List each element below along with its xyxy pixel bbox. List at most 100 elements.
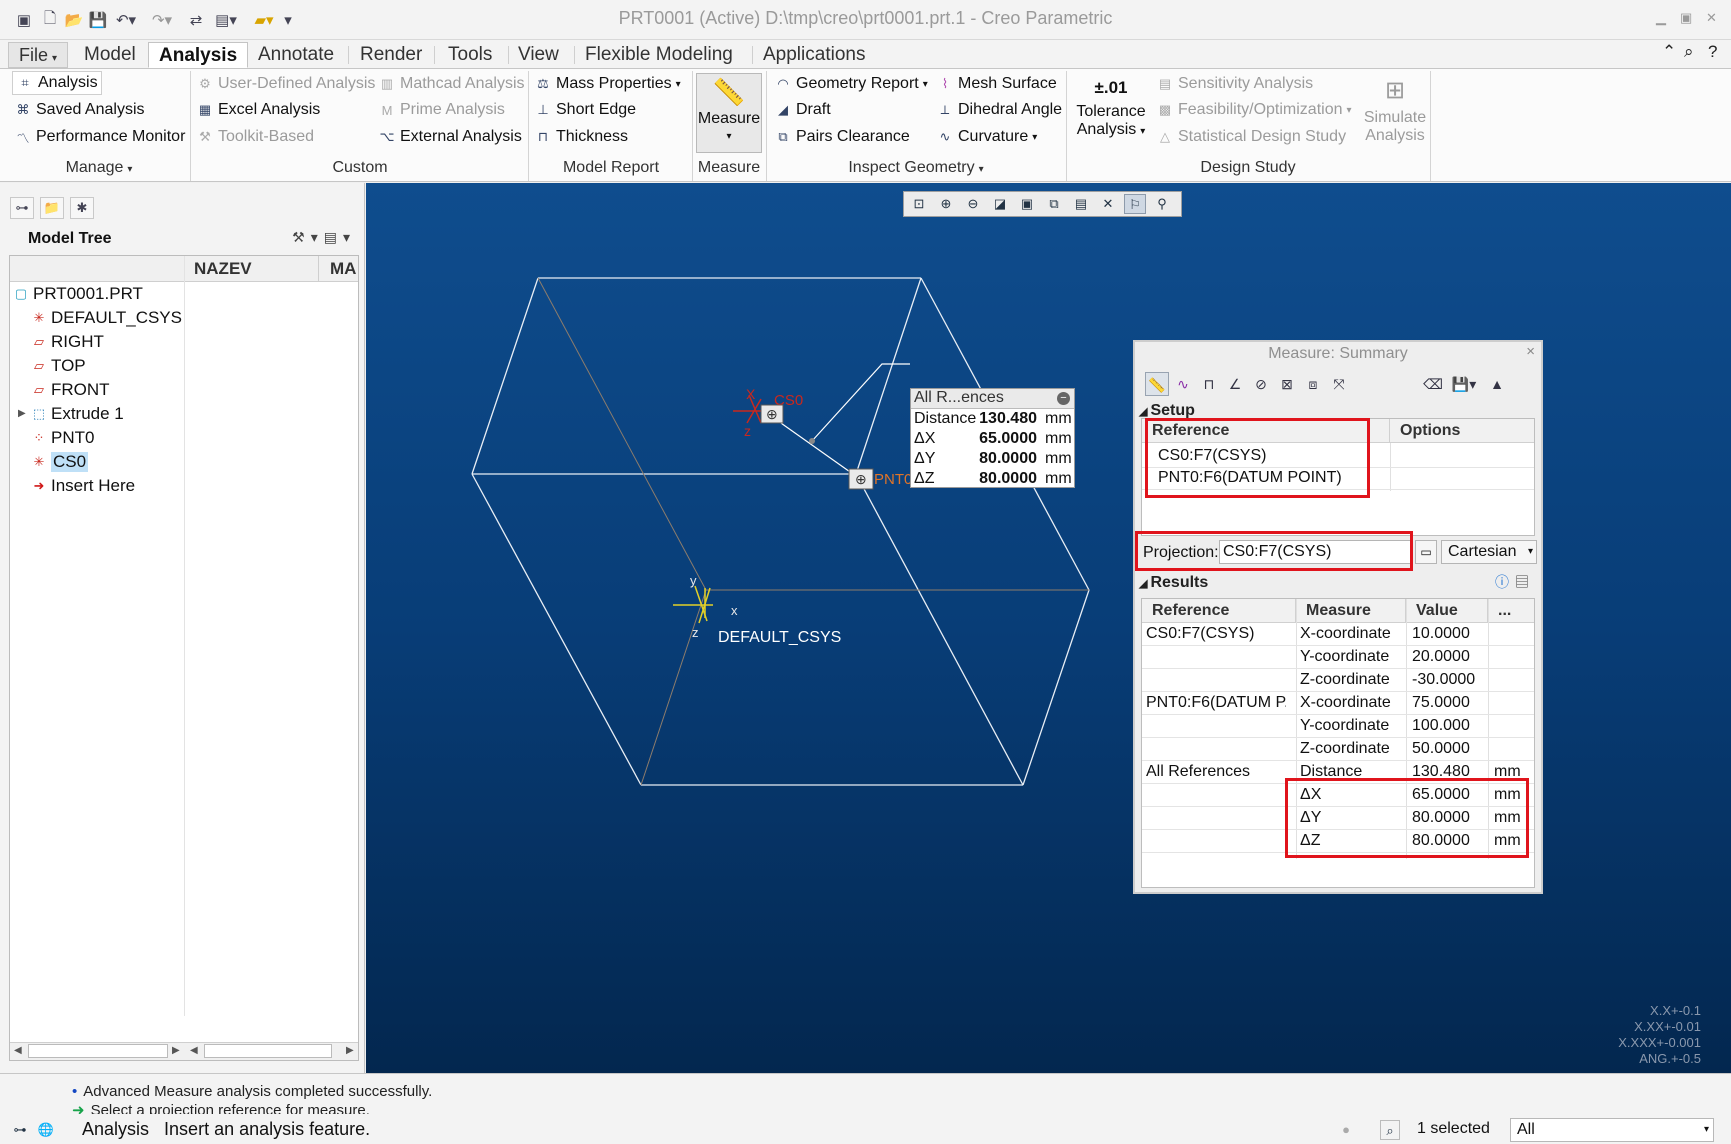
selection-count[interactable]: 1 selected	[1417, 1120, 1490, 1138]
prime-analysis-button[interactable]: M Prime Analysis	[378, 98, 505, 122]
group-inspect-geometry[interactable]: Inspect Geometry ▾	[768, 159, 1064, 177]
show-icon[interactable]: ▤▾	[324, 229, 356, 245]
results-row[interactable]: Z-coordinate 50.0000	[1142, 738, 1534, 761]
tab-view[interactable]: View	[508, 42, 569, 68]
scroll-right-icon[interactable]: ▶	[172, 1045, 180, 1056]
eraser-icon[interactable]: ⌫	[1421, 372, 1445, 396]
tree-item-insert-here[interactable]: ➜ Insert Here	[30, 475, 136, 497]
length-measure-icon[interactable]: ∿	[1171, 372, 1195, 396]
tree-settings-icon[interactable]: ⚒▾	[292, 229, 324, 245]
mathcad-analysis-button[interactable]: ▥ Mathcad Analysis	[378, 72, 525, 96]
export-icon[interactable]: ▤	[1515, 574, 1535, 590]
scroll-right-icon[interactable]: ▶	[346, 1045, 354, 1056]
scroll-left-icon[interactable]: ◀	[14, 1045, 22, 1056]
tree-item-cs0[interactable]: ✳ CS0	[30, 451, 89, 473]
tolerance-analysis-button[interactable]: ±.01 Tolerance Analysis ▾	[1070, 73, 1152, 153]
mass-properties-button[interactable]: ⚖ Mass Properties ▾	[534, 72, 680, 96]
draft-button[interactable]: ◢ Draft	[774, 98, 831, 122]
horizontal-scrollbar[interactable]: ◀ ▶ ◀ ▶	[10, 1042, 358, 1060]
sensitivity-analysis-button[interactable]: ▤ Sensitivity Analysis	[1156, 72, 1313, 96]
help-icon[interactable]: ?	[1708, 42, 1717, 62]
thickness-button[interactable]: ⊓ Thickness	[534, 125, 628, 149]
angle-measure-icon[interactable]: ∠	[1223, 372, 1247, 396]
results-row[interactable]: CS0:F7(CSYS) X-coordinate 10.0000	[1142, 623, 1534, 646]
column-nazev[interactable]: NAZEV	[194, 259, 252, 279]
collapse-callout-icon[interactable]: −	[1057, 392, 1070, 405]
tab-flexible-modeling[interactable]: Flexible Modeling	[575, 42, 743, 68]
minimize-icon[interactable]: ▁	[1656, 10, 1666, 26]
coordinate-system-type-select[interactable]: Cartesian ▾	[1441, 540, 1537, 564]
feasibility-optimization-button[interactable]: ▩ Feasibility/Optimization ▾	[1156, 98, 1352, 122]
simulate-analysis-button[interactable]: ⊞ Simulate Analysis	[1360, 73, 1430, 153]
scrollbar-thumb[interactable]	[204, 1044, 332, 1058]
collapse-dialog-icon[interactable]: ▲	[1485, 372, 1509, 396]
results-section-header[interactable]: ◢ Results	[1139, 574, 1208, 592]
tab-render[interactable]: Render	[350, 42, 432, 68]
browser-toggle-icon[interactable]: 🌐	[36, 1120, 56, 1140]
user-defined-analysis-button[interactable]: ⚙ User-Defined Analysis	[196, 72, 375, 96]
external-analysis-button[interactable]: ⌥ External Analysis	[378, 125, 522, 149]
collapse-ribbon-icon[interactable]: ⌃	[1662, 42, 1676, 62]
folder-browser-tab-icon[interactable]: 📁	[40, 197, 64, 219]
tab-annotate[interactable]: Annotate	[248, 42, 344, 68]
tab-file[interactable]: File ▾	[8, 42, 69, 68]
expand-arrow-icon[interactable]: ▶	[18, 408, 26, 419]
save-measure-icon[interactable]: 💾▾	[1447, 372, 1481, 396]
navigator-toggle-icon[interactable]: ⊶	[10, 1120, 30, 1140]
group-manage[interactable]: Manage ▾	[10, 159, 188, 177]
tree-item-default-csys[interactable]: ✳ DEFAULT_CSYS	[30, 307, 182, 329]
distance-measure-icon[interactable]: ⊓	[1197, 372, 1221, 396]
scrollbar-thumb[interactable]	[28, 1044, 168, 1058]
performance-monitor-button[interactable]: 〽 Performance Monitor	[14, 125, 185, 149]
statistical-design-study-button[interactable]: △ Statistical Design Study	[1156, 125, 1346, 149]
tree-item-front[interactable]: ▱ FRONT	[30, 379, 110, 401]
maximize-icon[interactable]: ▣	[1680, 10, 1692, 26]
results-row[interactable]: Y-coordinate 100.000	[1142, 715, 1534, 738]
excel-analysis-button[interactable]: ▦ Excel Analysis	[196, 98, 320, 122]
summary-measure-icon[interactable]: 📏	[1145, 372, 1169, 396]
toolkit-based-button[interactable]: ⚒ Toolkit-Based	[196, 125, 314, 149]
close-icon[interactable]: ×	[1526, 343, 1535, 360]
tree-item-extrude-1[interactable]: ⬚ Extrude 1	[30, 403, 124, 425]
tree-item-pnt0[interactable]: ⁘ PNT0	[30, 427, 95, 449]
model-tree-tools[interactable]: ⚒▾▤▾	[292, 229, 356, 246]
close-icon[interactable]: ✕	[1706, 10, 1717, 26]
short-edge-button[interactable]: ⊥ Short Edge	[534, 98, 636, 122]
tree-item-prt0001[interactable]: ▢ PRT0001.PRT	[12, 283, 143, 305]
results-row[interactable]: Z-coordinate -30.0000	[1142, 669, 1534, 692]
tree-item-right[interactable]: ▱ RIGHT	[30, 331, 104, 353]
tab-model[interactable]: Model	[74, 42, 146, 68]
geometry-report-button[interactable]: ◠ Geometry Report ▾	[774, 72, 927, 96]
diameter-measure-icon[interactable]: ⊘	[1249, 372, 1273, 396]
transform-measure-icon[interactable]: ⤧	[1327, 372, 1351, 396]
selection-filter[interactable]: All ▾	[1510, 1118, 1714, 1142]
results-row[interactable]: PNT0:F6(DATUM P... X-coordinate 75.0000	[1142, 692, 1534, 715]
mesh-surface-button[interactable]: ⌇ Mesh Surface	[936, 72, 1057, 96]
dihedral-angle-button[interactable]: ⟂ Dihedral Angle	[936, 98, 1062, 122]
column-ma[interactable]: MA	[330, 259, 356, 279]
csys-icon: ✳	[33, 310, 45, 325]
measure-button[interactable]: 📏 Measure ▾	[696, 73, 762, 153]
tab-tools[interactable]: Tools	[438, 42, 502, 68]
search-icon[interactable]: ⌕	[1684, 42, 1694, 62]
group-separator	[1066, 71, 1067, 181]
volume-measure-icon[interactable]: ⧈	[1301, 372, 1325, 396]
results-row[interactable]: Y-coordinate 20.0000	[1142, 646, 1534, 669]
analysis-button[interactable]: ⌗ Analysis	[12, 71, 102, 95]
info-icon[interactable]: ⓘ	[1495, 574, 1515, 590]
find-icon[interactable]: ⌕	[1380, 1120, 1400, 1140]
hidden-edges	[537, 277, 1089, 786]
tab-analysis[interactable]: Analysis	[148, 42, 249, 68]
pairs-clearance-button[interactable]: ⧉ Pairs Clearance	[774, 125, 909, 149]
model-tree-tab-icon[interactable]: ⊶	[10, 197, 34, 219]
tree-item-top[interactable]: ▱ TOP	[30, 355, 86, 377]
favorites-tab-icon[interactable]: ✱	[70, 197, 94, 219]
measure-callout[interactable]: All R...ences − Distance 130.480 mm ΔX 65.0…	[910, 388, 1075, 488]
area-measure-icon[interactable]: ⊠	[1275, 372, 1299, 396]
pnt0-label: PNT0	[874, 471, 912, 488]
tab-applications[interactable]: Applications	[753, 42, 875, 68]
scroll-left-icon[interactable]: ◀	[190, 1045, 198, 1056]
projection-select-icon[interactable]: ▭	[1415, 540, 1437, 564]
curvature-button[interactable]: ∿ Curvature ▾	[936, 125, 1038, 149]
saved-analysis-button[interactable]: ⌘ Saved Analysis	[14, 98, 145, 122]
